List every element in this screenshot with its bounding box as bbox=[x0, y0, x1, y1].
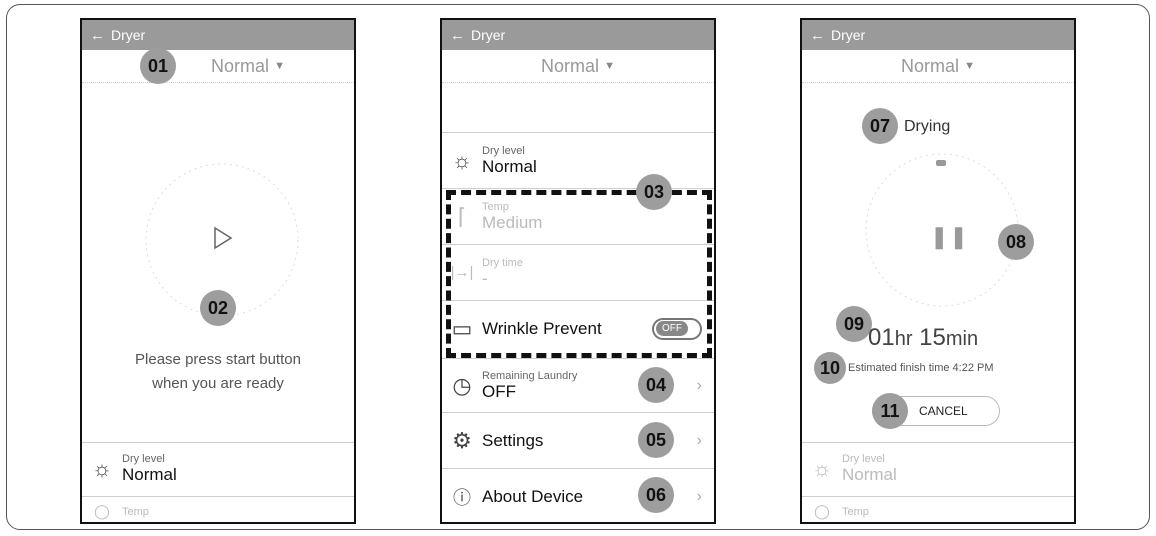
callout-08: 08 bbox=[998, 224, 1034, 260]
chevron-right-icon: › bbox=[696, 487, 702, 505]
app-bar: ← Dryer bbox=[82, 20, 354, 50]
mode-value: Normal bbox=[541, 55, 600, 76]
mode-value: Normal bbox=[211, 55, 270, 76]
settings-label: Settings bbox=[482, 430, 544, 450]
highlight-box bbox=[446, 190, 712, 358]
dryer-screen-settings: ← Dryer Normal ▼ ☼ Dry level Normal ⌈ Te… bbox=[440, 18, 716, 524]
temp-label: Temp bbox=[122, 505, 149, 518]
timer-icon: ◷ bbox=[452, 372, 472, 398]
info-icon: ⓘ bbox=[453, 487, 471, 508]
mode-selector[interactable]: Normal ▼ bbox=[802, 50, 1074, 83]
callout-04: 04 bbox=[638, 367, 674, 403]
dry-level-label: Dry level bbox=[122, 452, 165, 465]
app-title: Dryer bbox=[471, 27, 506, 43]
callout-01: 01 bbox=[140, 48, 176, 84]
sun-icon: ☼ bbox=[91, 455, 113, 481]
caret-down-icon: ▼ bbox=[964, 60, 975, 72]
app-title: Dryer bbox=[831, 27, 866, 43]
pause-icon[interactable]: ❚❚ bbox=[930, 224, 969, 250]
back-arrow-icon[interactable]: ← bbox=[450, 27, 465, 44]
caret-down-icon: ▼ bbox=[274, 60, 285, 72]
dry-level-value: Normal bbox=[842, 464, 897, 484]
estimated-finish-time: Estimated finish time 4:22 PM bbox=[848, 362, 994, 374]
time-minutes: 15 bbox=[919, 324, 946, 351]
chevron-right-icon: › bbox=[696, 431, 702, 449]
about-device-label: About Device bbox=[482, 486, 584, 506]
mode-selector[interactable]: Normal ▼ bbox=[442, 50, 714, 83]
callout-02: 02 bbox=[200, 290, 236, 326]
callout-03: 03 bbox=[636, 174, 672, 210]
play-icon[interactable] bbox=[212, 226, 234, 250]
callout-09: 09 bbox=[836, 306, 872, 342]
callout-06: 06 bbox=[638, 477, 674, 513]
start-message: Please press start button when you are r… bbox=[82, 348, 354, 396]
app-bar: ← Dryer bbox=[802, 20, 1074, 50]
mode-value: Normal bbox=[901, 55, 960, 76]
thermometer-icon: ◯ bbox=[94, 503, 110, 519]
thermometer-icon: ◯ bbox=[814, 503, 830, 519]
callout-11: 11 bbox=[872, 393, 908, 429]
remaining-laundry-value: OFF bbox=[482, 381, 516, 401]
dry-level-value: Normal bbox=[482, 156, 537, 176]
remaining-time: 01hr 15min bbox=[868, 324, 978, 352]
callout-05: 05 bbox=[638, 422, 674, 458]
temp-row[interactable]: ◯ Temp bbox=[82, 496, 354, 522]
dryer-screen-running: ← Dryer Normal ▼ 07 Drying ❚❚ 08 09 01hr… bbox=[800, 18, 1076, 524]
dryer-screen-start: ← Dryer Normal ▼ 01 02 Please press star… bbox=[80, 18, 356, 524]
dry-level-label: Dry level bbox=[842, 452, 885, 465]
start-message-line-1: Please press start button bbox=[135, 351, 301, 368]
time-hours: 01 bbox=[868, 324, 895, 351]
chevron-right-icon: › bbox=[696, 376, 702, 394]
dry-level-value: Normal bbox=[122, 464, 177, 484]
dry-level-row[interactable]: ☼ Dry level Normal bbox=[442, 132, 714, 188]
cancel-label: CANCEL bbox=[919, 404, 968, 418]
temp-label: Temp bbox=[842, 505, 869, 518]
dry-level-label: Dry level bbox=[482, 144, 525, 157]
start-message-line-2: when you are ready bbox=[152, 375, 284, 392]
mode-selector[interactable]: Normal ▼ 01 bbox=[82, 48, 354, 84]
status-text: Drying bbox=[904, 118, 951, 135]
back-arrow-icon[interactable]: ← bbox=[90, 27, 105, 44]
sun-icon: ☼ bbox=[811, 455, 833, 481]
temp-row[interactable]: ◯ Temp bbox=[802, 496, 1074, 522]
gear-icon: ⚙ bbox=[452, 427, 472, 453]
dry-level-row[interactable]: ☼ Dry level Normal bbox=[82, 442, 354, 494]
time-min-unit: min bbox=[945, 328, 979, 350]
app-bar: ← Dryer bbox=[442, 20, 714, 50]
callout-07: 07 bbox=[862, 108, 898, 144]
callout-10: 10 bbox=[814, 352, 846, 384]
caret-down-icon: ▼ bbox=[604, 60, 615, 72]
dry-level-row[interactable]: ☼ Dry level Normal bbox=[802, 442, 1074, 494]
remaining-laundry-label: Remaining Laundry bbox=[482, 369, 578, 382]
time-hr-unit: hr bbox=[894, 328, 913, 350]
sun-icon: ☼ bbox=[451, 147, 473, 173]
back-arrow-icon[interactable]: ← bbox=[810, 27, 825, 44]
app-title: Dryer bbox=[111, 27, 146, 43]
